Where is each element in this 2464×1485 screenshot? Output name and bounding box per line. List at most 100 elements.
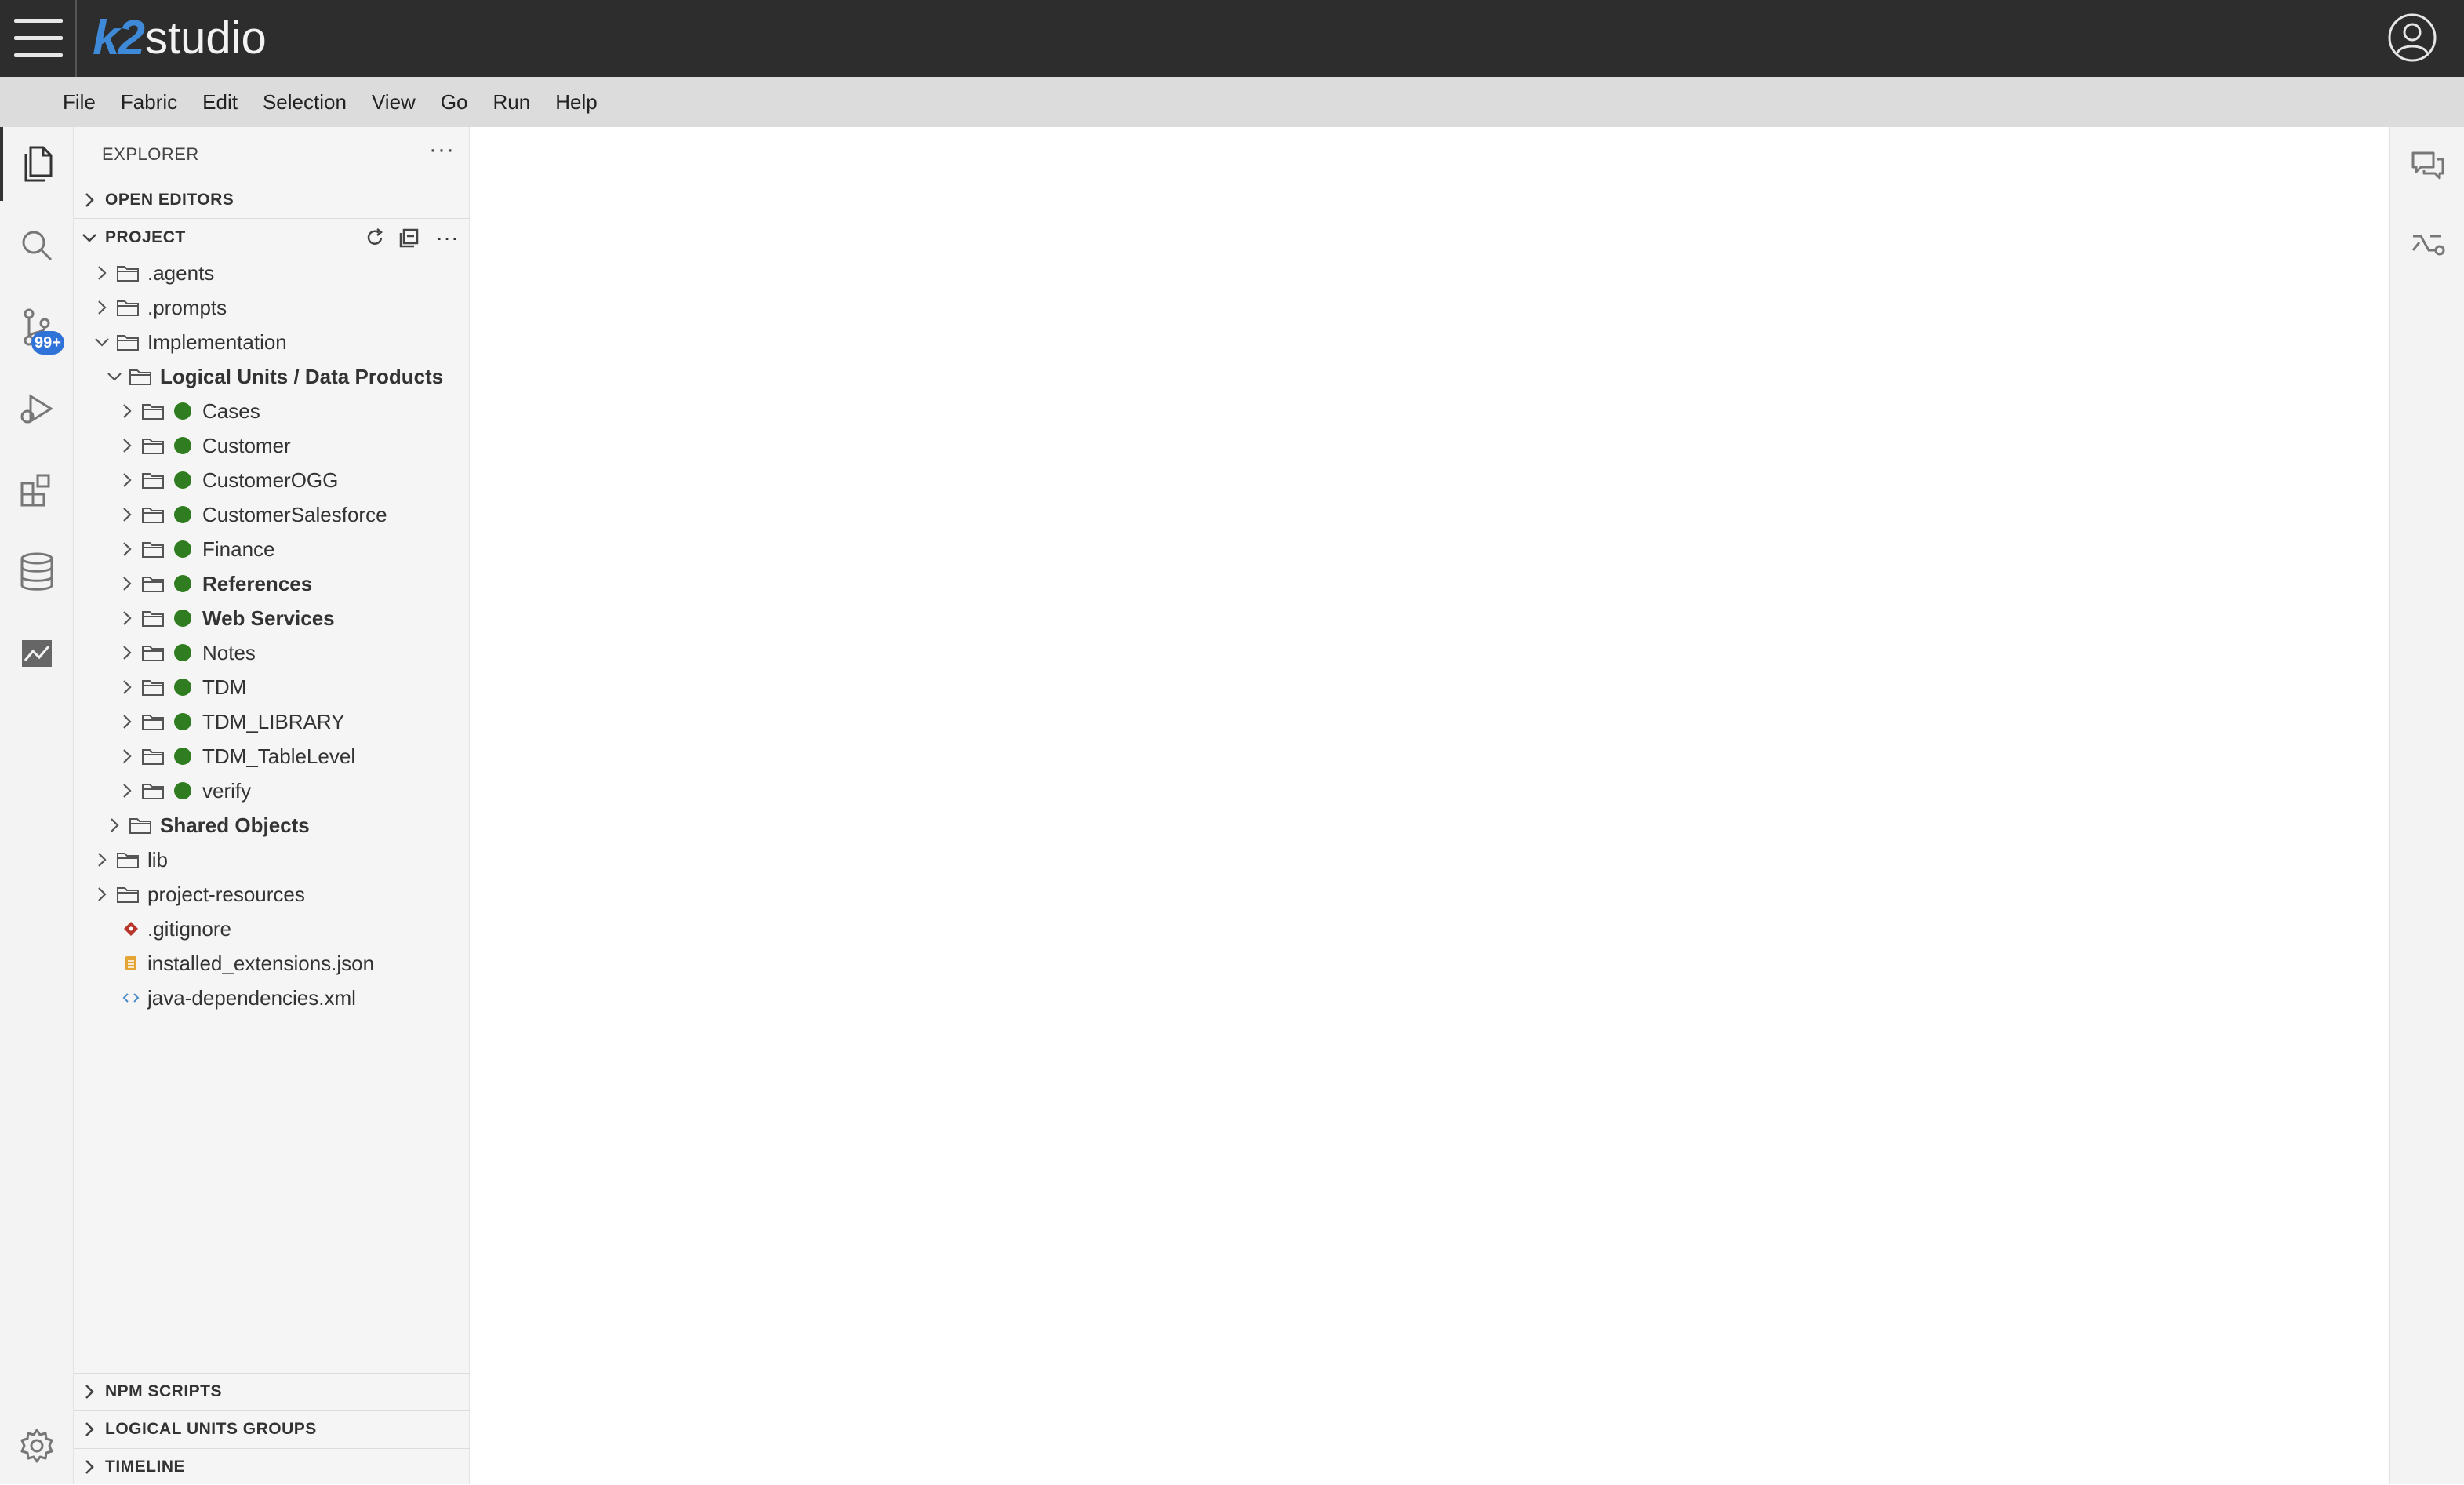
section-label: LOGICAL UNITS GROUPS bbox=[105, 1420, 317, 1438]
section-label: PROJECT bbox=[105, 228, 186, 246]
tree-label: Cases bbox=[202, 399, 260, 423]
tree-lu-tdm-library[interactable]: TDM_LIBRARY bbox=[74, 704, 470, 739]
section-logical-units-groups[interactable]: LOGICAL UNITS GROUPS bbox=[74, 1411, 470, 1447]
section-timeline[interactable]: TIMELINE bbox=[74, 1449, 470, 1485]
chevron-right-icon bbox=[118, 394, 136, 428]
extensions-icon bbox=[20, 474, 50, 507]
activity-run-debug[interactable] bbox=[0, 372, 74, 446]
section-npm-scripts[interactable]: NPM SCRIPTS bbox=[74, 1374, 470, 1410]
activity-database[interactable] bbox=[0, 535, 74, 609]
tree-label: TDM_TableLevel bbox=[202, 744, 356, 768]
search-icon bbox=[22, 231, 53, 261]
chevron-right-icon bbox=[93, 843, 111, 877]
tree-label: installed_extensions.json bbox=[147, 951, 375, 975]
menu-file[interactable]: File bbox=[63, 90, 96, 115]
tree-lu-customer[interactable]: Customer bbox=[74, 428, 470, 463]
user-account-icon[interactable] bbox=[2387, 13, 2437, 63]
explorer-sidebar: EXPLORER ··· OPEN EDITORS PROJECT ··· .a… bbox=[74, 127, 470, 1484]
chevron-right-icon bbox=[118, 566, 136, 601]
section-label: OPEN EDITORS bbox=[105, 191, 234, 209]
refresh-icon[interactable] bbox=[364, 227, 386, 249]
activity-explorer[interactable] bbox=[0, 127, 74, 201]
files-icon bbox=[24, 146, 53, 182]
tree-lu-web-services[interactable]: Web Services bbox=[74, 601, 470, 635]
folder-icon bbox=[140, 497, 166, 532]
tree-lu-customerogg[interactable]: CustomerOGG bbox=[74, 463, 470, 497]
chevron-right-icon bbox=[74, 1449, 105, 1485]
tree-lu-cases[interactable]: Cases bbox=[74, 394, 470, 428]
tree-lu-finance[interactable]: Finance bbox=[74, 532, 470, 566]
collapse-all-icon[interactable] bbox=[398, 227, 420, 249]
status-dot-icon bbox=[174, 644, 191, 661]
activity-source-control[interactable]: 99+ bbox=[0, 290, 74, 364]
tree-folder-prompts[interactable]: .prompts bbox=[74, 290, 470, 325]
folder-icon bbox=[140, 773, 166, 808]
status-dot-icon bbox=[174, 540, 191, 558]
activity-settings[interactable] bbox=[0, 1409, 74, 1483]
tree-label: Finance bbox=[202, 537, 275, 561]
menu-edit[interactable]: Edit bbox=[202, 90, 238, 115]
tree-lu-references[interactable]: References bbox=[74, 566, 470, 601]
chevron-right-icon bbox=[118, 739, 136, 773]
tree-folder-agents[interactable]: .agents bbox=[74, 256, 470, 290]
tree-lu-verify[interactable]: verify bbox=[74, 773, 470, 808]
menu-help[interactable]: Help bbox=[555, 90, 597, 115]
tree-file-gitignore[interactable]: .gitignore bbox=[74, 912, 470, 946]
xml-file-icon bbox=[121, 981, 141, 1015]
status-dot-icon bbox=[174, 782, 191, 799]
folder-icon bbox=[114, 256, 141, 290]
chevron-right-icon bbox=[93, 256, 111, 290]
tree-folder-logical-units[interactable]: Logical Units / Data Products bbox=[74, 359, 470, 394]
flow-panel-button[interactable] bbox=[2390, 215, 2464, 278]
tree-label: CustomerOGG bbox=[202, 468, 339, 492]
chevron-right-icon bbox=[118, 670, 136, 704]
git-icon bbox=[121, 912, 141, 946]
chevron-right-icon bbox=[118, 601, 136, 635]
logo-k2: k2 bbox=[93, 11, 145, 65]
chevron-right-icon bbox=[74, 1411, 105, 1447]
menu-go[interactable]: Go bbox=[441, 90, 468, 115]
tree-label: Notes bbox=[202, 640, 256, 664]
folder-open-icon bbox=[114, 325, 141, 359]
section-project[interactable]: PROJECT ··· bbox=[74, 220, 470, 256]
section-open-editors[interactable]: OPEN EDITORS bbox=[74, 182, 470, 218]
tree-label: .prompts bbox=[147, 295, 227, 319]
tree-lu-customersalesforce[interactable]: CustomerSalesforce bbox=[74, 497, 470, 532]
menu-view[interactable]: View bbox=[372, 90, 416, 115]
tree-label: Shared Objects bbox=[160, 813, 310, 837]
hamburger-menu-icon[interactable] bbox=[0, 0, 77, 77]
folder-open-icon bbox=[127, 359, 154, 394]
secondary-sidebar bbox=[2389, 127, 2464, 1484]
tree-file-installed-extensions[interactable]: installed_extensions.json bbox=[74, 946, 470, 981]
tree-label: Logical Units / Data Products bbox=[160, 364, 444, 388]
activity-search[interactable] bbox=[0, 209, 74, 282]
explorer-more-icon[interactable]: ··· bbox=[429, 136, 455, 163]
chart-image-icon bbox=[22, 640, 52, 667]
folder-icon bbox=[140, 670, 166, 704]
tree-lu-tdm-tablelevel[interactable]: TDM_TableLevel bbox=[74, 739, 470, 773]
database-icon bbox=[20, 552, 53, 591]
menu-fabric[interactable]: Fabric bbox=[121, 90, 177, 115]
tree-folder-shared-objects[interactable]: Shared Objects bbox=[74, 808, 470, 843]
activity-monitor[interactable] bbox=[0, 617, 74, 690]
editor-area[interactable] bbox=[470, 127, 2389, 1484]
tree-lu-tdm[interactable]: TDM bbox=[74, 670, 470, 704]
tree-lu-notes[interactable]: Notes bbox=[74, 635, 470, 670]
tree-folder-lib[interactable]: lib bbox=[74, 843, 470, 877]
chevron-right-icon bbox=[74, 182, 105, 218]
tree-label: .gitignore bbox=[147, 916, 231, 941]
tree-label: lib bbox=[147, 847, 169, 872]
folder-icon bbox=[140, 532, 166, 566]
tree-folder-project-resources[interactable]: project-resources bbox=[74, 877, 470, 912]
tree-label: .agents bbox=[147, 260, 215, 285]
status-dot-icon bbox=[174, 713, 191, 730]
menu-run[interactable]: Run bbox=[493, 90, 531, 115]
chat-panel-button[interactable] bbox=[2390, 135, 2464, 198]
tree-file-java-dependencies[interactable]: java-dependencies.xml bbox=[74, 981, 470, 1015]
activity-extensions[interactable] bbox=[0, 453, 74, 527]
project-more-icon[interactable]: ··· bbox=[436, 225, 459, 250]
menu-selection[interactable]: Selection bbox=[263, 90, 347, 115]
gear-icon bbox=[20, 1429, 53, 1463]
tree-folder-implementation[interactable]: Implementation bbox=[74, 325, 470, 359]
folder-icon bbox=[140, 704, 166, 739]
